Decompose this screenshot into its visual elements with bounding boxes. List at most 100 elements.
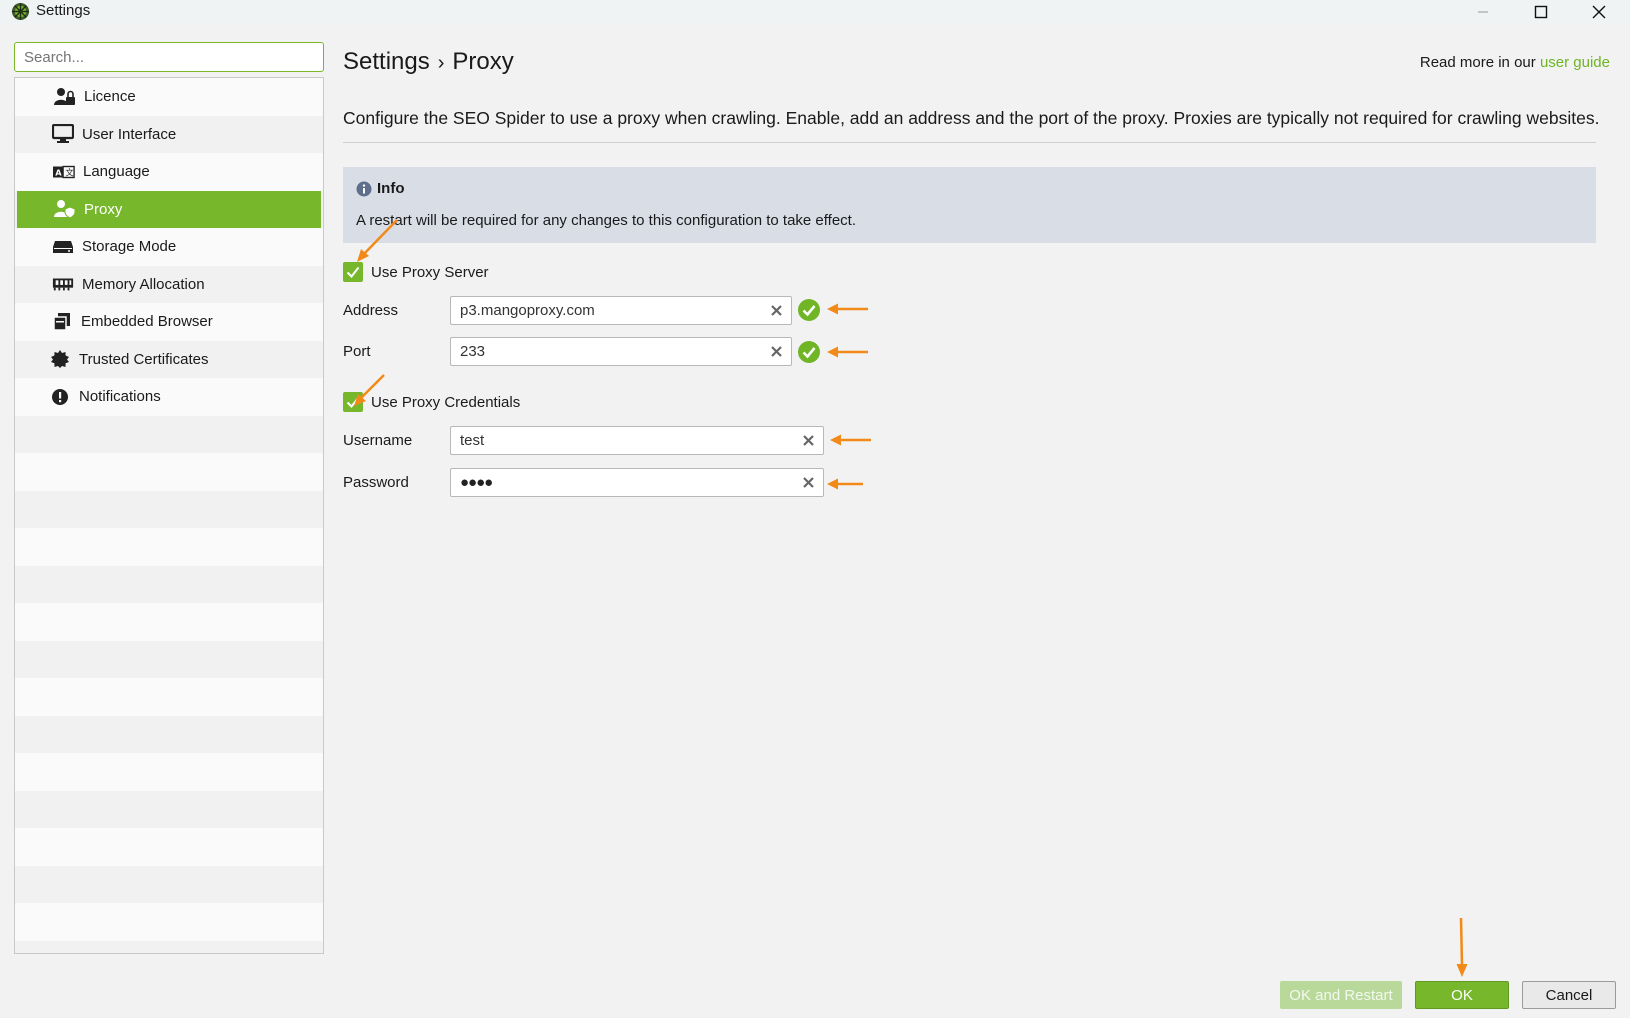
address-value: p3.mangoproxy.com xyxy=(460,302,595,319)
browser-windows-icon xyxy=(51,311,73,333)
nav-stripe-row xyxy=(15,603,323,641)
certificate-icon xyxy=(49,348,71,370)
sidebar-item-embedded-browser[interactable]: Embedded Browser xyxy=(17,303,321,341)
user-shield-icon xyxy=(54,198,76,220)
address-field[interactable]: p3.mangoproxy.com xyxy=(450,296,792,325)
hard-drive-icon xyxy=(52,236,74,258)
user-guide-note: Read more in our user guide xyxy=(1420,54,1610,71)
nav-stripe-row xyxy=(15,753,323,791)
nav-stripe-row xyxy=(15,640,323,678)
use-proxy-credentials-label: Use Proxy Credentials xyxy=(371,393,521,411)
sidebar-item-storage-mode[interactable]: Storage Mode xyxy=(17,228,321,266)
clear-username-button[interactable] xyxy=(797,430,819,452)
sidebar-item-language[interactable]: A文 Language xyxy=(17,153,321,191)
sidebar-item-label: Proxy xyxy=(84,200,123,218)
nav-stripe-row xyxy=(15,415,323,453)
sidebar-item-label: Trusted Certificates xyxy=(79,350,209,368)
clear-address-button[interactable] xyxy=(765,300,787,322)
minimize-icon xyxy=(1478,11,1488,13)
close-icon xyxy=(1592,5,1606,19)
cancel-button[interactable]: Cancel xyxy=(1522,981,1616,1009)
user-lock-icon xyxy=(54,86,76,108)
breadcrumb: Settings › Proxy xyxy=(343,48,514,76)
sidebar-item-proxy[interactable]: Proxy xyxy=(17,190,321,228)
user-guide-link[interactable]: user guide xyxy=(1540,54,1610,71)
maximize-button[interactable] xyxy=(1518,0,1564,24)
annotation-arrow-icon xyxy=(827,303,868,315)
breadcrumb-current: Proxy xyxy=(452,48,514,75)
nav-stripe-row xyxy=(15,940,323,953)
ok-and-restart-button[interactable]: OK and Restart xyxy=(1280,981,1402,1009)
monitor-icon xyxy=(52,123,74,145)
port-label: Port xyxy=(343,343,371,360)
breadcrumb-separator: › xyxy=(437,52,445,74)
maximize-icon xyxy=(1534,5,1548,19)
search-input[interactable] xyxy=(14,42,324,72)
annotation-arrow-icon xyxy=(830,434,871,446)
sidebar-item-label: Memory Allocation xyxy=(82,275,205,293)
sidebar-item-label: Language xyxy=(83,163,150,181)
password-label: Password xyxy=(343,474,409,491)
sidebar-item-memory-allocation[interactable]: Memory Allocation xyxy=(17,266,321,304)
nav-stripe-row xyxy=(15,565,323,603)
close-button[interactable] xyxy=(1576,0,1622,24)
clear-icon xyxy=(770,346,782,357)
guide-prefix: Read more in our xyxy=(1419,54,1536,71)
nav-stripe-row xyxy=(15,528,323,566)
minimize-button[interactable] xyxy=(1460,0,1506,24)
memory-icon xyxy=(52,273,74,295)
nav-stripe-row xyxy=(15,715,323,753)
window-title: Settings xyxy=(36,2,91,19)
nav-stripe-row xyxy=(15,490,323,528)
exclamation-icon xyxy=(49,386,71,408)
password-value: ●●●● xyxy=(460,474,493,491)
language-icon: A文 xyxy=(53,161,75,183)
ok-button[interactable]: OK xyxy=(1415,981,1509,1009)
port-field[interactable]: 233 xyxy=(450,337,792,366)
nav-stripe-row xyxy=(15,453,323,491)
divider xyxy=(343,142,1596,143)
sidebar-item-label: Storage Mode xyxy=(82,238,177,256)
valid-check-icon xyxy=(798,299,820,321)
clear-password-button[interactable] xyxy=(797,472,819,494)
annotation-arrow-icon xyxy=(354,374,385,406)
port-value: 233 xyxy=(460,343,486,360)
username-field[interactable]: test xyxy=(450,426,824,455)
nav-stripe-row xyxy=(15,865,323,903)
info-text: A restart will be required for any chang… xyxy=(356,212,857,229)
password-field[interactable]: ●●●● xyxy=(450,468,824,497)
sidebar-item-notifications[interactable]: Notifications xyxy=(17,378,321,416)
nav-stripe-row xyxy=(15,903,323,941)
use-proxy-server-label: Use Proxy Server xyxy=(371,263,489,281)
clear-icon xyxy=(802,435,814,446)
clear-icon xyxy=(802,477,814,488)
sidebar-item-user-interface[interactable]: User Interface xyxy=(17,116,321,154)
sidebar-item-label: User Interface xyxy=(82,125,177,143)
sidebar-item-label: Embedded Browser xyxy=(81,313,213,331)
address-label: Address xyxy=(343,302,399,319)
info-panel: Info A restart will be required for any … xyxy=(343,167,1596,243)
settings-nav: Licence User Interface A文 Language Proxy… xyxy=(14,77,324,954)
username-label: Username xyxy=(343,432,413,449)
annotation-arrow-icon xyxy=(357,219,398,262)
info-title: Info xyxy=(377,180,405,197)
nav-stripe-row xyxy=(15,790,323,828)
sidebar-item-label: Licence xyxy=(84,88,136,106)
annotation-arrow-icon xyxy=(1456,917,1468,977)
clear-port-button[interactable] xyxy=(765,341,787,363)
info-heading: Info xyxy=(356,180,405,197)
username-value: test xyxy=(460,432,485,449)
sidebar-item-trusted-certificates[interactable]: Trusted Certificates xyxy=(17,341,321,379)
svg-text:文: 文 xyxy=(65,167,73,177)
check-icon xyxy=(346,266,360,279)
spider-logo-icon xyxy=(11,2,30,21)
breadcrumb-root: Settings xyxy=(343,48,430,75)
page-description: Configure the SEO Spider to use a proxy … xyxy=(343,108,1600,128)
annotation-arrow-icon xyxy=(827,478,863,490)
valid-check-icon xyxy=(798,341,820,363)
annotation-arrow-icon xyxy=(827,346,868,358)
nav-stripe-row xyxy=(15,828,323,866)
sidebar-item-licence[interactable]: Licence xyxy=(17,78,321,116)
sidebar-item-label: Notifications xyxy=(79,388,161,406)
clear-icon xyxy=(770,305,782,316)
